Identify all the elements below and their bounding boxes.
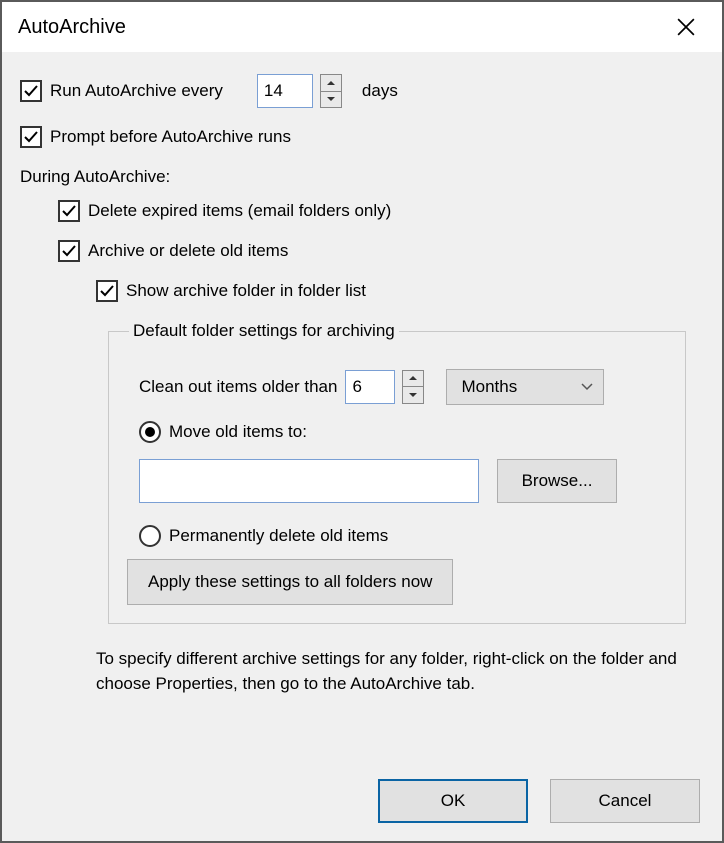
titlebar: AutoArchive [2, 2, 722, 52]
run-every-input[interactable] [257, 74, 313, 108]
chevron-down-icon [581, 383, 593, 391]
move-path-row: Browse... [139, 459, 667, 503]
delete-radio-row: Permanently delete old items [139, 525, 667, 547]
close-icon [677, 18, 695, 36]
archive-delete-row: Archive or delete old items [58, 240, 704, 262]
chevron-up-icon [409, 375, 417, 381]
chevron-up-icon [327, 80, 335, 86]
default-settings-fieldset: Default folder settings for archiving Cl… [108, 320, 686, 623]
clean-out-unit-dropdown[interactable]: Months [446, 369, 604, 405]
hint-text: To specify different archive settings fo… [96, 646, 686, 697]
run-every-label-after: days [362, 80, 398, 102]
show-folder-label: Show archive folder in folder list [126, 280, 366, 302]
chevron-down-icon [327, 96, 335, 102]
move-label: Move old items to: [169, 421, 307, 443]
check-icon [61, 243, 77, 259]
delete-expired-label: Delete expired items (email folders only… [88, 200, 391, 222]
during-heading: During AutoArchive: [20, 166, 704, 188]
prompt-row: Prompt before AutoArchive runs [20, 126, 704, 148]
browse-button[interactable]: Browse... [497, 459, 617, 503]
run-every-label-before: Run AutoArchive every [50, 80, 223, 102]
prompt-label: Prompt before AutoArchive runs [50, 126, 291, 148]
clean-out-input[interactable] [345, 370, 395, 404]
check-icon [99, 283, 115, 299]
chevron-down-icon [409, 392, 417, 398]
archive-delete-label: Archive or delete old items [88, 240, 288, 262]
clean-out-label: Clean out items older than [139, 376, 337, 398]
check-icon [23, 83, 39, 99]
archive-delete-checkbox[interactable] [58, 240, 80, 262]
apply-row: Apply these settings to all folders now [127, 559, 667, 605]
show-folder-row: Show archive folder in folder list [96, 280, 704, 302]
check-icon [61, 203, 77, 219]
ok-button[interactable]: OK [378, 779, 528, 823]
prompt-checkbox[interactable] [20, 126, 42, 148]
show-folder-checkbox[interactable] [96, 280, 118, 302]
run-every-checkbox[interactable] [20, 80, 42, 102]
delete-expired-row: Delete expired items (email folders only… [58, 200, 704, 222]
run-every-spinner [320, 74, 342, 108]
dialog-content: Run AutoArchive every days Prompt before… [2, 52, 722, 759]
run-every-row: Run AutoArchive every days [20, 74, 704, 108]
clean-out-row: Clean out items older than Months [139, 369, 667, 405]
delete-label: Permanently delete old items [169, 525, 388, 547]
delete-expired-checkbox[interactable] [58, 200, 80, 222]
move-path-input[interactable] [139, 459, 479, 503]
clean-out-unit-value: Months [461, 376, 517, 398]
autoarchive-dialog: AutoArchive Run AutoArchive every days P… [0, 0, 724, 843]
radio-dot-icon [145, 427, 155, 437]
close-button[interactable] [666, 7, 706, 47]
check-icon [23, 129, 39, 145]
cancel-button[interactable]: Cancel [550, 779, 700, 823]
move-radio[interactable] [139, 421, 161, 443]
clean-out-spin-up[interactable] [403, 371, 423, 388]
apply-all-button[interactable]: Apply these settings to all folders now [127, 559, 453, 605]
clean-out-spin-down[interactable] [403, 387, 423, 403]
fieldset-legend: Default folder settings for archiving [129, 320, 399, 342]
run-every-spin-down[interactable] [321, 92, 341, 108]
move-radio-row: Move old items to: [139, 421, 667, 443]
run-every-spin-up[interactable] [321, 75, 341, 92]
dialog-button-row: OK Cancel [2, 759, 722, 841]
delete-radio[interactable] [139, 525, 161, 547]
window-title: AutoArchive [18, 16, 126, 39]
clean-out-spinner [402, 370, 424, 404]
